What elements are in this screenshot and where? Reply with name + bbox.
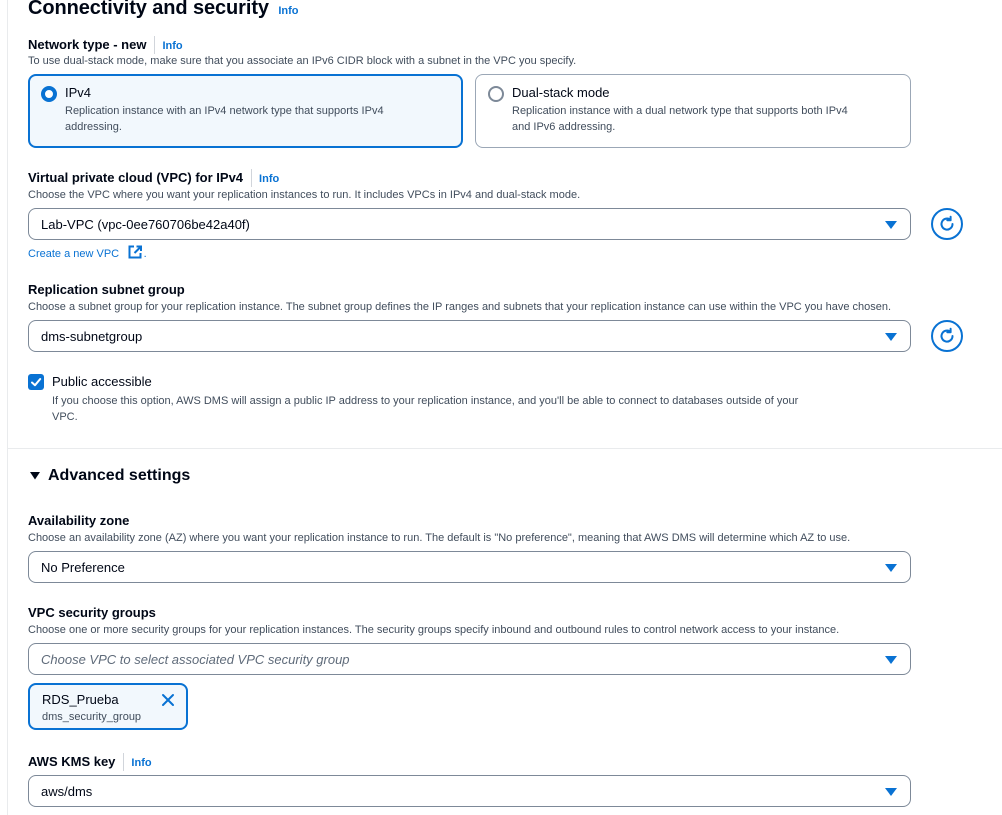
vpc-info-link[interactable]: Info [259, 173, 279, 185]
ipv4-title: IPv4 [65, 85, 92, 100]
vpc-refresh-button[interactable] [931, 208, 963, 240]
create-vpc-link[interactable]: Create a new VPC [28, 248, 119, 260]
kms-key-label-row: AWS KMS key Info [28, 753, 152, 771]
security-groups-select[interactable]: Choose VPC to select associated VPC secu… [28, 643, 911, 675]
section-header: Connectivity and security Info [28, 0, 299, 20]
kms-key-label: AWS KMS key [28, 754, 116, 770]
network-type-label: Network type - new [28, 37, 147, 53]
token-description: dms_security_group [42, 711, 142, 723]
caret-down-icon [885, 333, 897, 341]
section-title: Connectivity and security [28, 0, 269, 19]
vpc-select[interactable]: Lab-VPC (vpc-0ee760706be42a40f) [28, 208, 911, 240]
checkmark-icon [31, 378, 42, 387]
kms-key-info-link[interactable]: Info [131, 757, 151, 769]
info-divider [251, 169, 253, 187]
availability-zone-label: Availability zone [28, 513, 130, 528]
public-accessible-description: If you choose this option, AWS DMS will … [52, 395, 799, 423]
security-groups-placeholder: Choose VPC to select associated VPC secu… [41, 651, 350, 667]
info-divider [123, 753, 125, 771]
ipv4-description: Replication instance with an IPv4 networ… [65, 105, 384, 133]
subnet-group-description: Choose a subnet group for your replicati… [28, 301, 892, 313]
refresh-icon [940, 327, 954, 343]
info-divider [154, 36, 156, 54]
public-accessible-checkbox[interactable] [28, 374, 44, 390]
dual-stack-description: Replication instance with a dual network… [512, 105, 848, 133]
subnet-group-label: Replication subnet group [28, 282, 185, 297]
network-type-label-row: Network type - new Info [28, 36, 183, 54]
network-type-ipv4-tile[interactable]: IPv4 Replication instance with an IPv4 n… [28, 74, 463, 148]
vpc-label: Virtual private cloud (VPC) for IPv4 [28, 170, 244, 186]
refresh-icon [940, 215, 954, 231]
caret-down-icon [885, 788, 897, 796]
create-vpc-link-row: Create a new VPC . [28, 244, 147, 262]
advanced-settings-toggle[interactable]: Advanced settings [29, 467, 190, 485]
caret-down-icon [885, 564, 897, 572]
subnet-refresh-button[interactable] [931, 320, 963, 352]
caret-expanded-icon [30, 472, 40, 480]
vpc-label-row: Virtual private cloud (VPC) for IPv4 Info [28, 169, 279, 187]
availability-zone-select-value: No Preference [41, 559, 125, 575]
section-divider [8, 448, 1002, 449]
security-groups-description: Choose one or more security groups for y… [28, 624, 840, 636]
network-type-info-link[interactable]: Info [162, 40, 182, 52]
public-accessible-label[interactable]: Public accessible [52, 374, 152, 389]
security-group-token: RDS_Prueba dms_security_group [28, 683, 188, 730]
ipv4-radio[interactable] [41, 86, 57, 102]
close-icon[interactable] [160, 692, 176, 708]
vpc-select-value: Lab-VPC (vpc-0ee760706be42a40f) [41, 216, 250, 232]
container-left-border [7, 0, 8, 815]
external-link-icon[interactable] [128, 245, 144, 259]
dual-stack-radio[interactable] [488, 86, 504, 102]
kms-key-select-value: aws/dms [41, 783, 93, 799]
caret-down-icon [885, 656, 897, 664]
section-info-link[interactable]: Info [278, 5, 298, 17]
network-type-dual-stack-tile[interactable]: Dual-stack mode Replication instance wit… [475, 74, 911, 148]
security-groups-label: VPC security groups [28, 605, 156, 620]
vpc-description: Choose the VPC where you want your repli… [28, 189, 581, 201]
kms-key-select[interactable]: aws/dms [28, 775, 911, 807]
network-type-description: To use dual-stack mode, make sure that y… [28, 55, 577, 67]
dual-stack-title: Dual-stack mode [512, 85, 610, 100]
availability-zone-description: Choose an availability zone (AZ) where y… [28, 532, 851, 544]
availability-zone-select[interactable]: No Preference [28, 551, 911, 583]
subnet-group-select-value: dms-subnetgroup [41, 328, 143, 344]
advanced-settings-title: Advanced settings [48, 467, 191, 484]
subnet-group-select[interactable]: dms-subnetgroup [28, 320, 911, 352]
caret-down-icon [885, 221, 897, 229]
